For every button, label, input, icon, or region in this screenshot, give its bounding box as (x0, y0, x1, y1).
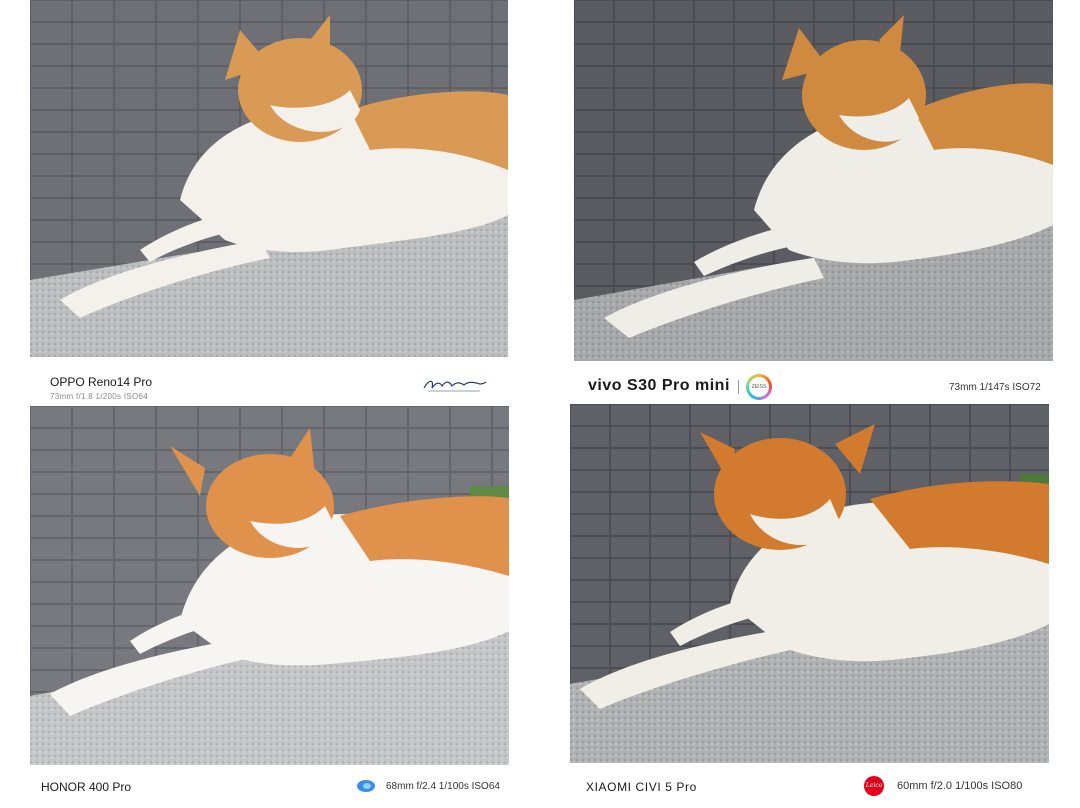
specs-label-honor: 68mm f/2.4 1/100s ISO64 (386, 781, 500, 792)
specs-label-xiaomi: 60mm f/2.0 1/100s ISO80 (897, 780, 1023, 792)
badge-text: ZEISS (749, 377, 769, 397)
specs-label-oppo: 73mm f/1.8 1/200s ISO64 (50, 392, 149, 401)
photo-xiaomi (570, 404, 1049, 763)
photo-honor (30, 406, 509, 765)
leica-badge-text: Leica (865, 782, 883, 789)
photo-oppo (30, 0, 508, 357)
cat-photo-vivo (574, 0, 1053, 361)
honor-ai-icon (356, 779, 376, 793)
divider (738, 380, 739, 394)
cat-photo-xiaomi (570, 404, 1049, 763)
leica-red-dot-icon: Leica (864, 776, 884, 796)
signature-logo (422, 376, 488, 394)
model-label-xiaomi: XIAOMI CIVI 5 Pro (586, 780, 697, 794)
model-label-vivo: vivo S30 Pro mini (588, 377, 730, 394)
specs-label-vivo: 73mm 1/147s ISO72 (949, 382, 1041, 393)
model-label-oppo: OPPO Reno14 Pro (50, 375, 153, 389)
model-label-honor: HONOR 400 Pro (41, 780, 132, 794)
photo-vivo (574, 0, 1053, 361)
zeiss-badge: ZEISS (746, 374, 772, 400)
cat-photo-honor (30, 406, 509, 765)
cat-photo-oppo (30, 0, 508, 357)
